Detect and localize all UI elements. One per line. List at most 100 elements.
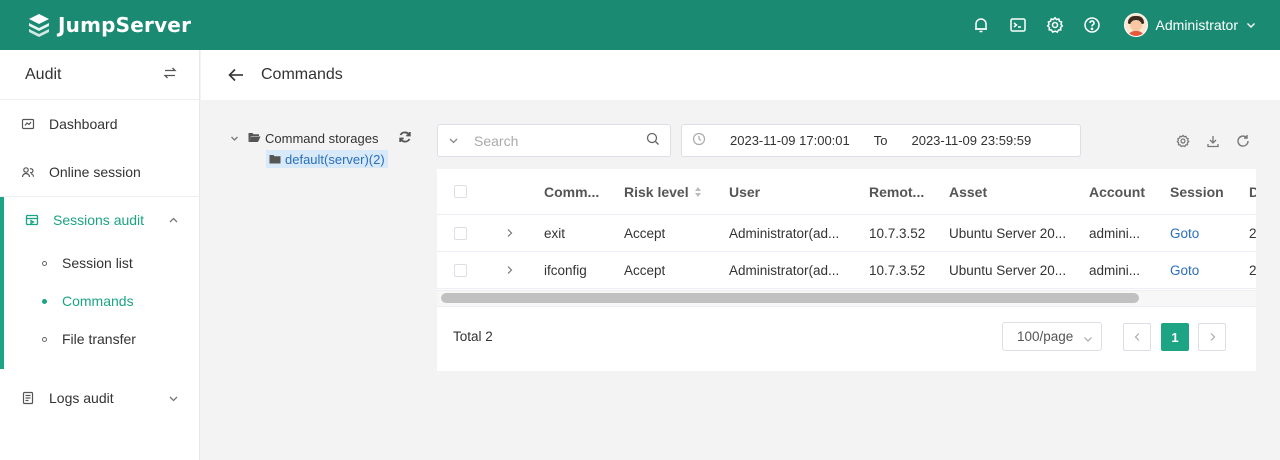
chevron-right-icon[interactable] xyxy=(505,252,514,288)
column-header-account[interactable]: Account xyxy=(1089,169,1145,214)
chevron-up-icon xyxy=(168,213,179,229)
sidebar-title: Audit xyxy=(25,65,62,83)
dashboard-icon xyxy=(20,116,36,132)
sort-icon[interactable] xyxy=(694,186,702,198)
users-icon xyxy=(20,164,36,180)
row-checkbox[interactable] xyxy=(454,252,467,288)
page-header: Commands xyxy=(201,50,1280,100)
date-to[interactable]: 2023-11-09 23:59:59 xyxy=(911,133,1031,148)
cell-date: 2 xyxy=(1249,225,1256,241)
user-name: Administrator xyxy=(1155,17,1238,33)
goto-session-link[interactable]: Goto xyxy=(1170,252,1199,288)
sidebar: Audit Dashboard Online session Sessions … xyxy=(0,50,200,460)
sidebar-item-label: Session list xyxy=(62,255,133,271)
search-placeholder: Search xyxy=(474,132,519,149)
caret-down-icon[interactable] xyxy=(228,134,240,143)
date-from[interactable]: 2023-11-09 17:00:01 xyxy=(730,133,850,148)
row-checkbox[interactable] xyxy=(454,215,467,251)
goto-session-link[interactable]: Goto xyxy=(1170,215,1199,251)
video-icon xyxy=(24,212,40,228)
bullet-icon xyxy=(42,260,47,266)
arrow-left-icon[interactable] xyxy=(227,66,245,84)
gear-icon[interactable] xyxy=(1045,15,1065,35)
sidebar-header: Audit xyxy=(0,50,199,100)
cell-risk-level: Accept xyxy=(624,225,666,241)
column-header-session[interactable]: Session xyxy=(1170,169,1224,214)
cell-remote-addr: 10.7.3.52 xyxy=(869,225,926,241)
bullet-icon xyxy=(42,336,47,342)
sidebar-item-sessions-audit[interactable]: Sessions audit xyxy=(0,196,199,244)
tree-node-label: Command storages xyxy=(265,130,379,146)
sidebar-item-label: Dashboard xyxy=(49,116,118,132)
commands-table: Comm... Risk level User Remot... Asset A… xyxy=(437,169,1256,307)
search-input[interactable]: Search xyxy=(437,124,671,157)
sidebar-item-label: File transfer xyxy=(62,331,136,347)
page-size-select[interactable]: 100/page xyxy=(1002,322,1102,351)
sidebar-item-online-session[interactable]: Online session xyxy=(0,148,199,196)
chevron-down-icon[interactable] xyxy=(438,135,468,146)
page-title: Commands xyxy=(261,66,343,83)
cell-user: Administrator(ad... xyxy=(729,225,840,241)
sidebar-item-commands[interactable]: Commands xyxy=(0,282,199,320)
refresh-icon[interactable] xyxy=(1234,132,1252,150)
search-icon[interactable] xyxy=(646,132,660,149)
sidebar-item-file-transfer[interactable]: File transfer xyxy=(0,320,199,358)
settings-icon[interactable] xyxy=(1174,132,1192,150)
table-header-row: Comm... Risk level User Remot... Asset A… xyxy=(437,169,1256,215)
sidebar-item-session-list[interactable]: Session list xyxy=(0,244,199,282)
table-row: ifconfig Accept Administrator(ad... 10.7… xyxy=(437,252,1256,289)
sidebar-item-dashboard[interactable]: Dashboard xyxy=(0,100,199,148)
cell-command: ifconfig xyxy=(544,262,587,278)
column-header-asset[interactable]: Asset xyxy=(949,169,987,214)
bullet-icon xyxy=(42,298,47,304)
column-header-risk-level[interactable]: Risk level xyxy=(624,169,702,214)
tree-node-default-server[interactable]: default(server)(2) xyxy=(266,150,388,168)
commands-table-card: Comm... Risk level User Remot... Asset A… xyxy=(437,169,1256,371)
divider xyxy=(437,306,1256,307)
total-count: Total 2 xyxy=(453,329,493,344)
sidebar-item-label: Online session xyxy=(49,164,141,180)
sidebar-item-label: Sessions audit xyxy=(53,212,145,228)
folder-icon xyxy=(269,152,281,167)
cell-risk-level: Accept xyxy=(624,262,666,278)
cell-account: admini... xyxy=(1089,225,1141,241)
log-icon xyxy=(20,390,36,406)
jumpserver-logo-icon xyxy=(26,12,52,38)
clock-icon xyxy=(692,132,706,149)
sidebar-item-label: Logs audit xyxy=(49,390,114,406)
table-tools xyxy=(1174,132,1264,150)
app-name: JumpServer xyxy=(58,13,192,37)
column-header-remote[interactable]: Remot... xyxy=(869,169,931,214)
refresh-tree-icon[interactable] xyxy=(398,130,412,147)
chevron-down-icon xyxy=(168,391,179,407)
page-button-current[interactable]: 1 xyxy=(1161,323,1189,351)
tree-node-root[interactable]: Command storages xyxy=(228,128,418,148)
cell-account: admini... xyxy=(1089,262,1141,278)
top-navbar: JumpServer Administrator xyxy=(0,0,1280,50)
tree-node-label: default(server)(2) xyxy=(285,151,385,167)
switch-view-icon[interactable] xyxy=(163,66,177,83)
cell-remote-addr: 10.7.3.52 xyxy=(869,262,926,278)
prev-page-button[interactable] xyxy=(1123,323,1151,351)
app-logo[interactable]: JumpServer xyxy=(26,12,191,38)
column-header-user[interactable]: User xyxy=(729,169,760,214)
table-row: exit Accept Administrator(ad... 10.7.3.5… xyxy=(437,215,1256,252)
column-header-command[interactable]: Comm... xyxy=(544,169,606,214)
select-all-checkbox[interactable] xyxy=(454,169,467,214)
date-range-picker[interactable]: 2023-11-09 17:00:01 To 2023-11-09 23:59:… xyxy=(681,124,1081,157)
date-range-separator: To xyxy=(873,133,888,148)
page-size-value: 100/page xyxy=(1017,329,1074,344)
download-icon[interactable] xyxy=(1204,132,1222,150)
help-icon[interactable] xyxy=(1082,15,1102,35)
next-page-button[interactable] xyxy=(1198,323,1226,351)
cell-command: exit xyxy=(544,225,566,241)
user-menu[interactable]: Administrator xyxy=(1123,13,1256,37)
sidebar-item-logs-audit[interactable]: Logs audit xyxy=(0,374,199,422)
column-header-date[interactable]: D xyxy=(1249,169,1256,214)
horizontal-scrollbar-thumb[interactable] xyxy=(441,293,1139,303)
bell-icon[interactable] xyxy=(971,15,991,35)
terminal-icon[interactable] xyxy=(1008,15,1028,35)
cell-user: Administrator(ad... xyxy=(729,262,840,278)
chevron-right-icon[interactable] xyxy=(505,215,514,251)
sidebar-item-label: Commands xyxy=(62,293,134,309)
